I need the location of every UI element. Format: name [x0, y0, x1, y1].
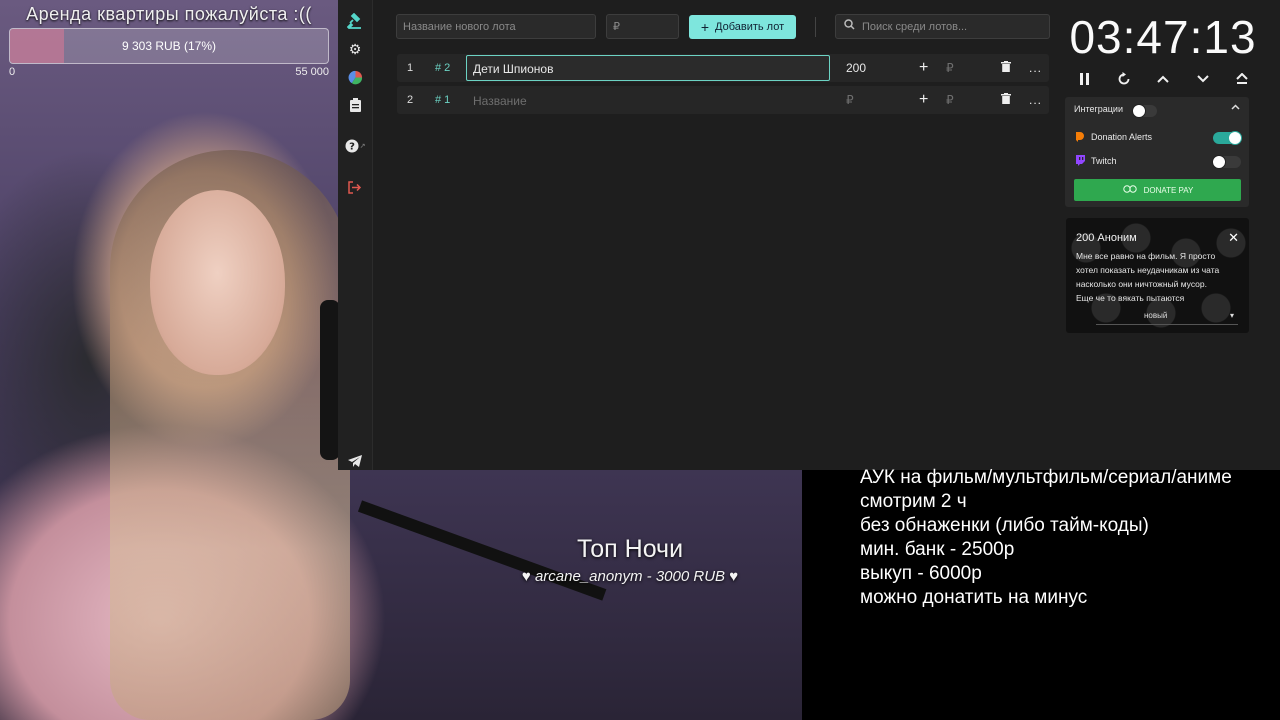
goal-max: 55 000 — [295, 66, 329, 78]
lot-amount[interactable]: 200 — [846, 54, 866, 82]
lot-search — [835, 14, 1050, 39]
toggle-knob — [1132, 104, 1146, 118]
close-icon[interactable]: ✕ — [1228, 230, 1239, 246]
donation-goal: Аренда квартиры пожалуйста :(( 9 303 RUB… — [9, 4, 329, 78]
donation-message: Мне все равно на фильм. Я просто хотел п… — [1076, 249, 1244, 305]
integrations-toggle[interactable] — [1132, 104, 1157, 118]
goal-progress-bar: 9 303 RUB (17%) — [9, 28, 329, 64]
donation-message-line: насколько они ничтожный мусор. — [1076, 279, 1208, 289]
telegram-icon[interactable] — [338, 448, 372, 474]
search-icon — [844, 19, 855, 33]
top-night-entry: ♥ arcane_anonym - 3000 RUB ♥ — [480, 568, 780, 585]
toolbar-divider — [815, 17, 816, 37]
lot-row: 2 # 1 Название ₽ + ₽ ... — [397, 86, 1049, 114]
auction-panel: + Добавить лот 1 # 2 Дети Шпионов 200 + … — [373, 0, 1280, 470]
external-link-icon: ↗ — [359, 143, 366, 150]
rule-line: АУК на фильм/мультфильм/сериал/аниме — [860, 467, 1232, 488]
app-sidebar: ⚙ ? ↗ — [338, 0, 373, 470]
auction-rules: АУК на фильм/мультфильм/сериал/аниме смо… — [860, 466, 1275, 610]
rule-line: мин. банк - 2500р — [860, 539, 1015, 560]
twitch-toggle[interactable] — [1212, 155, 1241, 169]
pie-chart-icon[interactable] — [338, 64, 372, 90]
gear-icon[interactable]: ⚙ — [338, 36, 372, 62]
reset-icon[interactable] — [1113, 68, 1135, 90]
chevron-down-icon: ▾ — [1229, 311, 1234, 320]
donation-message-line: Мне все равно на фильм. Я просто — [1076, 251, 1216, 261]
donation-alerts-icon — [1074, 131, 1085, 142]
toggle-knob — [1228, 131, 1242, 145]
add-amount-icon[interactable]: + — [919, 86, 928, 114]
lot-number: 1 — [407, 62, 414, 74]
lot-tag: # 1 — [435, 94, 451, 106]
donation-status: новый — [1144, 311, 1168, 320]
plus-icon: + — [700, 19, 710, 35]
integration-name: Twitch — [1091, 155, 1117, 166]
twitch-icon — [1074, 155, 1085, 166]
donation-card: 200 Аноним ✕ Мне все равно на фильм. Я п… — [1066, 218, 1249, 333]
integration-donation-alerts: Donation Alerts — [1074, 131, 1152, 142]
lot-name-input[interactable]: Название — [466, 87, 830, 113]
eject-icon[interactable] — [1231, 68, 1253, 90]
donation-alerts-toggle[interactable] — [1213, 131, 1242, 145]
donation-title: 200 Аноним — [1076, 232, 1137, 244]
timer-controls — [1073, 68, 1253, 90]
top-night-overlay: Топ Ночи ♥ arcane_anonym - 3000 RUB ♥ — [480, 535, 780, 585]
top-night-title: Топ Ночи — [576, 535, 684, 563]
rule-line: смотрим 2 ч — [860, 491, 967, 512]
add-amount-input[interactable]: ₽ — [946, 86, 954, 114]
more-icon[interactable]: ... — [1029, 54, 1042, 82]
more-icon[interactable]: ... — [1029, 86, 1042, 114]
pause-icon[interactable] — [1073, 68, 1095, 90]
donation-message-line: хотел показать неудачникам из чата — [1076, 265, 1220, 275]
lot-number: 2 — [407, 94, 414, 106]
chevron-up-icon[interactable] — [1152, 68, 1174, 90]
integrations-title: Интеграции — [1074, 104, 1123, 114]
trash-icon[interactable] — [1001, 86, 1011, 114]
donation-status-select[interactable]: новый ▾ — [1096, 311, 1238, 325]
integration-name: Donation Alerts — [1091, 131, 1153, 142]
integrations-panel: Интеграции Donation Alerts Twitch DONATE… — [1065, 97, 1249, 207]
lot-search-input[interactable] — [835, 14, 1050, 39]
add-amount-icon[interactable]: + — [919, 54, 928, 82]
rule-line: можно донатить на минус — [860, 587, 1088, 608]
chevron-up-icon[interactable] — [1231, 102, 1240, 113]
top-donor: arcane_anonym - 3000 RUB — [534, 568, 726, 585]
svg-text:?: ? — [349, 142, 355, 153]
donatepay-icon — [1122, 185, 1138, 195]
clipboard-icon[interactable] — [338, 92, 372, 118]
help-icon[interactable]: ? ↗ — [338, 133, 372, 159]
auction-timer: 03:47:13 — [1069, 11, 1257, 63]
add-amount-input[interactable]: ₽ — [946, 54, 954, 82]
goal-range: 0 55 000 — [9, 66, 329, 78]
logout-icon[interactable] — [338, 174, 372, 200]
heart-icon: ♥ — [729, 568, 739, 585]
trash-icon[interactable] — [1001, 54, 1011, 82]
microphone — [320, 300, 340, 460]
donatepay-button[interactable]: DONATE PAY — [1074, 179, 1241, 201]
lot-amount[interactable]: ₽ — [846, 86, 854, 114]
new-lot-name-input[interactable] — [396, 14, 596, 39]
lot-row: 1 # 2 Дети Шпионов 200 + ₽ ... — [397, 54, 1049, 82]
integration-twitch: Twitch — [1074, 155, 1117, 166]
heart-icon: ♥ — [521, 568, 531, 585]
lot-tag: # 2 — [435, 62, 451, 74]
rule-line: без обнаженки (либо тайм-коды) — [860, 515, 1149, 536]
goal-title: Аренда квартиры пожалуйста :(( — [26, 4, 312, 24]
goal-min: 0 — [9, 66, 16, 78]
streamer-face — [150, 190, 285, 375]
rule-line: выкуп - 6000р — [860, 563, 982, 584]
lot-name-input[interactable]: Дети Шпионов — [466, 55, 830, 81]
goal-progress-text: 9 303 RUB (17%) — [121, 39, 217, 53]
donation-message-line: Еще че то вякать пытаются — [1076, 293, 1185, 303]
gavel-icon[interactable] — [338, 8, 372, 34]
donatepay-label: DONATE PAY — [1143, 185, 1194, 195]
chevron-down-icon[interactable] — [1192, 68, 1214, 90]
new-lot-amount-input[interactable] — [606, 14, 679, 39]
add-lot-label: Добавить лот — [715, 21, 785, 33]
add-lot-button[interactable]: + Добавить лот — [689, 15, 796, 39]
toggle-knob — [1212, 155, 1226, 169]
